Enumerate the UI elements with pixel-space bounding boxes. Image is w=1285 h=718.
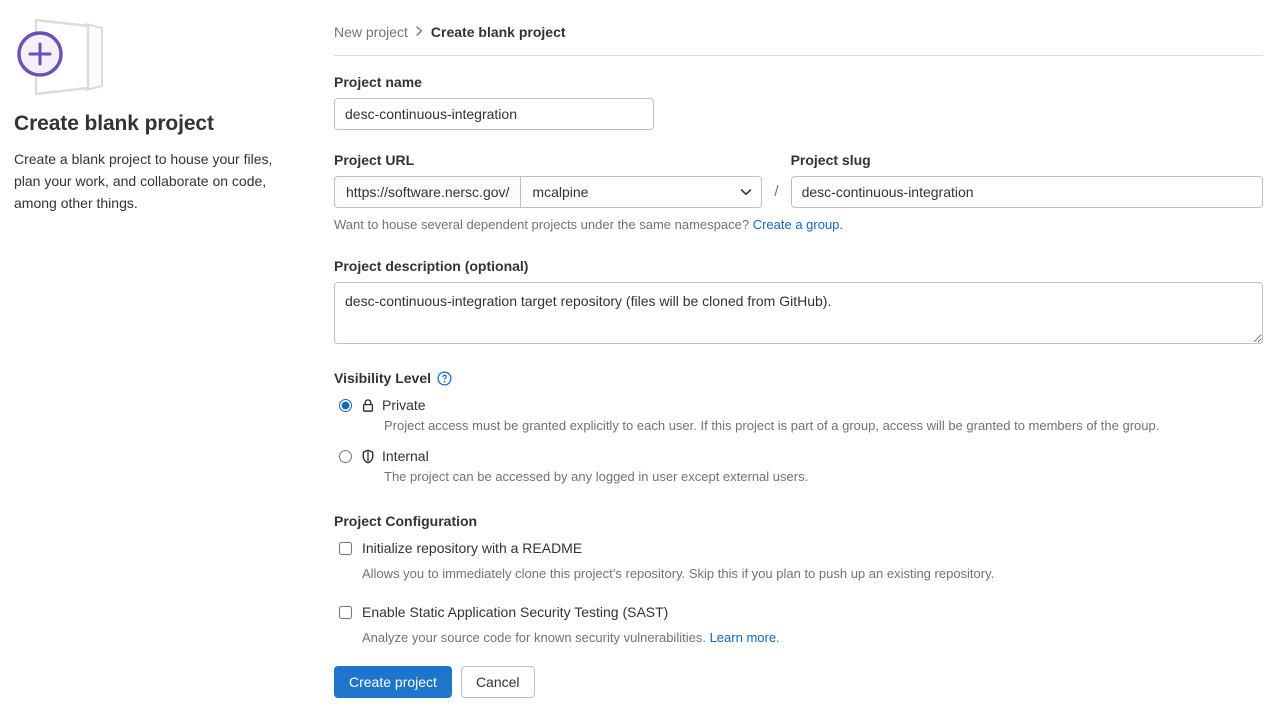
- sast-description: Analyze your source code for known secur…: [362, 628, 1263, 648]
- namespace-help-label: Want to house several dependent projects…: [334, 217, 750, 232]
- page-title: Create blank project: [14, 112, 214, 135]
- breadcrumb-item-new-project[interactable]: New project: [334, 22, 408, 42]
- project-url-group: Project URL https://software.nersc.gov/ …: [334, 151, 763, 208]
- project-description-textarea[interactable]: desc-continuous-integration target repos…: [334, 282, 1263, 344]
- readme-description: Allows you to immediately clone this pro…: [362, 566, 995, 581]
- cancel-button[interactable]: Cancel: [460, 666, 535, 698]
- breadcrumb-item-current: Create blank project: [430, 24, 566, 40]
- project-name-label: Project name: [334, 74, 422, 90]
- project-configuration-heading: Project Configuration: [334, 513, 1263, 529]
- project-url-label: Project URL: [334, 152, 415, 168]
- visibility-private-label: Private: [382, 397, 426, 413]
- config-option-sast[interactable]: Enable Static Application Security Testi…: [334, 602, 1263, 622]
- project-slug-label: Project slug: [790, 152, 871, 168]
- chevron-right-icon: [415, 22, 424, 42]
- create-a-group-link[interactable]: Create a group.: [753, 217, 843, 232]
- visibility-radio-internal[interactable]: [339, 450, 352, 463]
- form-actions: Create project Cancel: [334, 666, 1263, 718]
- visibility-internal-title[interactable]: Internal: [361, 446, 1263, 466]
- readme-checkbox-label[interactable]: Initialize repository with a README: [362, 538, 582, 558]
- namespace-select-wrapper: mcalpine: [520, 176, 763, 208]
- breadcrumb: New project Create blank project: [334, 22, 1263, 56]
- project-description-group: Project description (optional) desc-cont…: [334, 257, 1263, 344]
- create-project-button[interactable]: Create project: [334, 666, 452, 698]
- project-url-input-group: https://software.nersc.gov/ mcalpine: [334, 176, 763, 208]
- create-project-form: New project Create blank project Project…: [332, 0, 1285, 698]
- sast-checkbox-label[interactable]: Enable Static Application Security Testi…: [362, 602, 668, 622]
- create-blank-project-page: Create blank project Create a blank proj…: [0, 0, 1285, 698]
- visibility-private-description: Project access must be granted explicitl…: [384, 418, 1160, 433]
- visibility-internal-description: The project can be accessed by any logge…: [384, 469, 809, 484]
- project-slug-group: Project slug: [790, 151, 1263, 208]
- config-option-readme[interactable]: Initialize repository with a README: [334, 538, 1263, 558]
- visibility-option-private[interactable]: Private Project access must be granted e…: [334, 395, 1263, 436]
- visibility-level-label: Visibility Level: [334, 370, 432, 386]
- visibility-internal-label: Internal: [382, 448, 429, 464]
- question-circle-icon[interactable]: [437, 371, 452, 386]
- new-project-folder-plus-icon: [14, 14, 110, 100]
- shield-icon: [361, 449, 375, 464]
- sast-description-text: Analyze your source code for known secur…: [362, 630, 706, 645]
- project-description-label: Project description (optional): [334, 258, 529, 274]
- sast-learn-more-link[interactable]: Learn more.: [710, 630, 780, 645]
- namespace-select[interactable]: mcalpine: [520, 176, 763, 208]
- visibility-option-internal[interactable]: Internal The project can be accessed by …: [334, 446, 1263, 487]
- page-description: Create a blank project to house your fil…: [14, 151, 273, 211]
- project-configuration-label: Project Configuration: [334, 513, 478, 529]
- visibility-private-title[interactable]: Private: [361, 395, 1263, 415]
- lock-icon: [361, 398, 375, 413]
- project-url-prefix: https://software.nersc.gov/: [334, 176, 521, 208]
- project-name-input[interactable]: [334, 98, 654, 130]
- project-type-info-panel: Create blank project Create a blank proj…: [0, 0, 332, 682]
- project-slug-input[interactable]: [790, 176, 1263, 208]
- visibility-level-heading: Visibility Level: [334, 370, 1263, 386]
- sast-checkbox[interactable]: [339, 606, 352, 619]
- visibility-private-body: Private Project access must be granted e…: [361, 395, 1263, 436]
- visibility-radio-private[interactable]: [339, 399, 352, 412]
- readme-checkbox[interactable]: [339, 542, 352, 555]
- visibility-internal-body: Internal The project can be accessed by …: [361, 446, 1263, 487]
- url-slash-separator: /: [774, 183, 779, 200]
- project-url-row: Project URL https://software.nersc.gov/ …: [334, 151, 1263, 208]
- namespace-help-text: Want to house several dependent projects…: [334, 215, 1263, 235]
